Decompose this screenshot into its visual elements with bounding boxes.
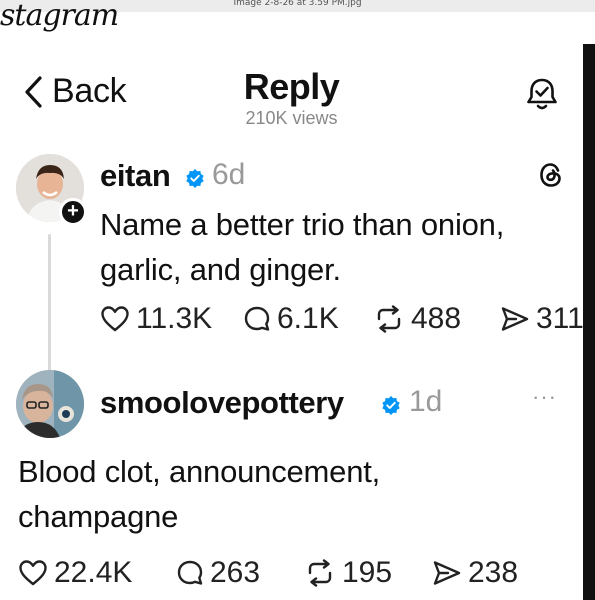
like-count: 22.4K bbox=[54, 556, 133, 589]
share-count: 311 bbox=[536, 302, 584, 335]
heart-icon bbox=[19, 560, 47, 586]
post-body: Blood clot, announcement, champagne bbox=[18, 449, 380, 539]
post-text-line: garlic, and ginger. bbox=[100, 252, 341, 287]
avatar[interactable] bbox=[16, 370, 84, 438]
threads-reply-screen: Back Reply 210K views + eitan 6d Name a … bbox=[0, 44, 584, 600]
avatar-photo bbox=[16, 370, 84, 438]
reply-button[interactable]: 263 bbox=[176, 556, 260, 590]
repost-icon bbox=[308, 559, 332, 587]
page-title: Reply bbox=[243, 66, 340, 107]
repost-button[interactable]: 488 bbox=[373, 302, 461, 336]
like-button[interactable]: 11.3K bbox=[100, 302, 212, 336]
share-count: 238 bbox=[468, 556, 519, 589]
screenshot-frame: Image 2-8-26 at 3.59 PM.jpg stagram Back… bbox=[0, 0, 595, 600]
comment-icon bbox=[177, 560, 203, 585]
post-body: Name a better trio than onion, garlic, a… bbox=[100, 202, 504, 292]
like-button[interactable]: 22.4K bbox=[18, 556, 132, 590]
send-icon bbox=[433, 561, 461, 585]
share-button[interactable]: 311 bbox=[500, 302, 584, 336]
post-text-line: Name a better trio than onion, bbox=[100, 207, 505, 242]
comment-icon bbox=[244, 306, 270, 331]
post-username[interactable]: eitan bbox=[100, 158, 171, 194]
threads-logo-icon[interactable] bbox=[536, 160, 566, 190]
heart-icon bbox=[101, 306, 129, 332]
view-count: 210K views bbox=[245, 108, 338, 128]
share-button[interactable]: 238 bbox=[432, 556, 518, 590]
repost-icon bbox=[377, 305, 401, 333]
thread-line bbox=[48, 234, 51, 386]
post-time: 6d bbox=[212, 158, 246, 191]
repost-count: 195 bbox=[342, 556, 393, 589]
device-edge bbox=[583, 44, 595, 600]
post-text-line: Blood clot, announcement, bbox=[18, 454, 381, 489]
reply-button[interactable]: 6.1K bbox=[243, 302, 339, 336]
more-options-button[interactable]: ··· bbox=[532, 384, 557, 410]
app-wordmark: stagram bbox=[0, 0, 119, 33]
repost-count: 488 bbox=[411, 302, 462, 335]
reply-count: 263 bbox=[210, 556, 261, 589]
bell-check-icon[interactable] bbox=[524, 76, 560, 112]
verified-badge-icon bbox=[186, 169, 204, 188]
post-text-line: champagne bbox=[18, 499, 179, 534]
post-username[interactable]: smoolovepottery bbox=[100, 385, 344, 421]
send-icon bbox=[501, 307, 529, 331]
reply-count: 6.1K bbox=[277, 302, 339, 335]
post-time: 1d bbox=[409, 385, 443, 418]
app-header-strip: stagram bbox=[0, 0, 595, 45]
like-count: 11.3K bbox=[136, 302, 213, 335]
follow-plus-button[interactable]: + bbox=[59, 198, 87, 226]
verified-badge-icon bbox=[382, 396, 400, 415]
repost-button[interactable]: 195 bbox=[304, 556, 392, 590]
